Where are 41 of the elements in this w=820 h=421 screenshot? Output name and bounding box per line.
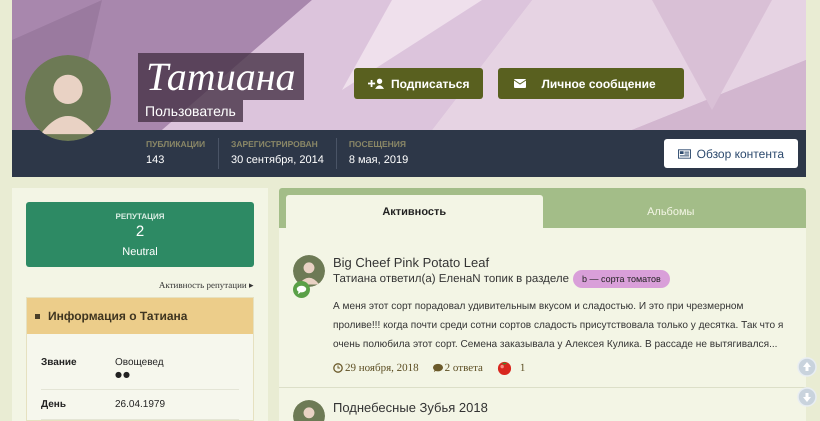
stat-value: 30 сентября, 2014: [231, 153, 324, 168]
clock-icon: [333, 362, 343, 372]
post-title[interactable]: Поднебесные Зубья 2018: [333, 400, 792, 415]
reaction-count: 1: [520, 362, 526, 374]
reputation-title: РЕПУТАЦИЯ: [114, 212, 166, 221]
rank-dots: ●●: [115, 369, 131, 380]
category-tag[interactable]: b — сорта томатов: [573, 270, 670, 288]
scroll-up-button[interactable]: [797, 357, 817, 377]
tab[interactable]: Активность: [286, 195, 542, 228]
user-name: Татиана: [138, 53, 304, 100]
tomato-icon: [496, 360, 512, 375]
field-label: День: [41, 399, 67, 410]
field-value: Овощевед: [115, 357, 164, 368]
follow-button[interactable]: Подписаться: [354, 68, 484, 99]
post-meta: Татиана ответил(а) ЕленаN топик в разделе: [333, 272, 569, 287]
user-group: Пользователь: [138, 100, 243, 122]
stat-value: 143: [146, 153, 166, 168]
field-label: Звание: [41, 357, 78, 370]
id-card-icon: [678, 148, 691, 158]
stat-label: ПОСЕЩЕНИЯ: [348, 138, 408, 151]
square-icon: [35, 314, 40, 318]
message-button[interactable]: Личное сообщение: [498, 68, 684, 99]
stat-label: ПУБЛИКАЦИИ: [146, 138, 206, 151]
post-title[interactable]: Big Cheef Pink Potato Leaf: [333, 255, 792, 270]
post-excerpt: А меня этот сорт порадовал удивительным вкусом и сладостью. И это при чрезмерном проливе!!! когда почти среди сотни сортов сладость присутствовала только у десятка. Так что я очень полюбила этот сорт. Семена заказывала у Алексея Кулика. В рассаде не вытягивался...: [333, 300, 784, 352]
content-button[interactable]: Обзор контента: [664, 139, 798, 168]
reply-count[interactable]: 2 ответа: [444, 362, 483, 374]
info-card-title: Информация о Татиана: [48, 309, 188, 323]
add-user-icon: [368, 78, 384, 89]
stat-value: 8 мая, 2019: [348, 153, 408, 168]
comment-badge-icon: [293, 281, 310, 298]
field-value: 26.04.1979: [115, 399, 166, 410]
reputation-link[interactable]: Активность репутации ▸: [158, 280, 254, 290]
scroll-down-button[interactable]: [797, 387, 817, 407]
comment-icon: [432, 362, 443, 372]
envelope-icon: [512, 78, 528, 89]
stat-label: ЗАРЕГИСТРИРОВАН: [231, 138, 319, 151]
reputation-level: Neutral: [121, 245, 159, 260]
post-date: 29 ноября, 2018: [345, 362, 419, 374]
reputation-value: 2: [134, 222, 146, 242]
avatar: [293, 255, 325, 287]
